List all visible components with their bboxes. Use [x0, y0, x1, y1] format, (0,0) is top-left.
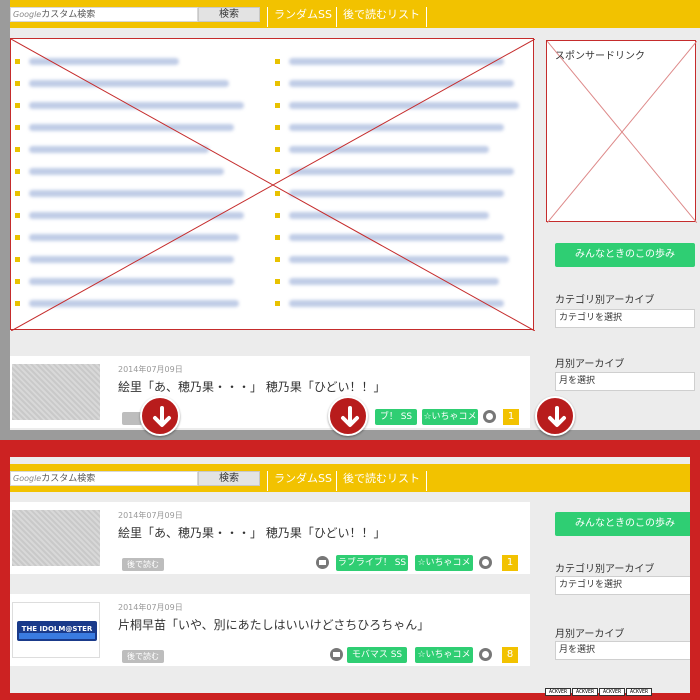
- search-input[interactable]: Googleカスタム検索: [10, 471, 198, 486]
- category-select[interactable]: カテゴリを選択: [555, 309, 695, 328]
- site-badge[interactable]: ACKVER: [599, 688, 625, 696]
- arrow-down-icon: [140, 396, 180, 436]
- post-date: 2014年07月09日: [118, 365, 183, 374]
- comment-icon: [479, 648, 492, 661]
- before-page: Googleカスタム検索 検索 ランダムSS 後で読むリスト スポンサードリンク…: [10, 0, 700, 430]
- google-logo: Google: [13, 10, 42, 19]
- nav-random-ss[interactable]: ランダムSS: [267, 471, 332, 491]
- header-bar: Googleカスタム検索 検索 ランダムSS 後で読むリスト: [10, 0, 700, 28]
- google-logo: Google: [13, 474, 42, 483]
- search-placeholder: カスタム検索: [41, 10, 96, 20]
- ad-cross-lines: [11, 39, 535, 331]
- category-tag[interactable]: モバマス SS: [347, 647, 407, 663]
- source-tag[interactable]: ☆いちゃコメ: [415, 555, 473, 571]
- category-tag[interactable]: ブ！ SS: [375, 409, 417, 425]
- after-panel: Googleカスタム検索 検索 ランダムSS 後で読むリスト みんなときのこの歩…: [0, 440, 700, 700]
- category-archive-label: カテゴリ別アーカイブ: [555, 564, 655, 575]
- folder-icon: [330, 648, 343, 661]
- category-tag[interactable]: ラブライブ！ SS: [336, 555, 408, 571]
- progress-button[interactable]: みんなときのこの歩み: [555, 512, 690, 536]
- post-title[interactable]: 絵里「あ、穂乃果・・・」 穂乃果「ひどい！！」: [118, 378, 385, 395]
- category-select[interactable]: カテゴリを選択: [555, 576, 690, 595]
- ad-placeholder-side: スポンサードリンク: [546, 40, 697, 223]
- after-page: Googleカスタム検索 検索 ランダムSS 後で読むリスト みんなときのこの歩…: [10, 457, 690, 693]
- comment-count: 1: [503, 409, 519, 425]
- search-placeholder: カスタム検索: [41, 474, 96, 484]
- search-input[interactable]: Googleカスタム検索: [10, 7, 198, 22]
- nav-read-later[interactable]: 後で読むリスト: [336, 7, 427, 27]
- post-thumbnail[interactable]: [12, 364, 100, 420]
- ad-side-cross-lines: [547, 41, 697, 223]
- post-item[interactable]: 2014年07月09日 絵里「あ、穂乃果・・・」 穂乃果「ひどい！！」 ブ！ S…: [10, 356, 530, 428]
- month-select[interactable]: 月を選択: [555, 641, 690, 660]
- arrow-down-icon: [328, 396, 368, 436]
- read-later-button[interactable]: [122, 412, 142, 425]
- read-later-button[interactable]: 後で読む: [122, 558, 164, 571]
- month-archive-label: 月別アーカイブ: [555, 359, 625, 370]
- post-date: 2014年07月09日: [118, 603, 183, 612]
- footer-badges: ACKVER ACKVER ACKVER ACKVER: [545, 683, 653, 696]
- progress-button[interactable]: みんなときのこの歩み: [555, 243, 695, 267]
- comment-icon: [483, 410, 496, 423]
- idolmaster-logo-text: THE IDOLM@STER: [22, 625, 93, 633]
- comment-icon: [479, 556, 492, 569]
- read-later-button[interactable]: 後で読む: [122, 650, 164, 663]
- post-title[interactable]: 絵里「あ、穂乃果・・・」 穂乃果「ひどい！！」: [118, 524, 385, 541]
- nav-random-ss[interactable]: ランダムSS: [267, 7, 332, 27]
- site-badge[interactable]: ACKVER: [545, 688, 571, 696]
- comment-count: 8: [502, 647, 518, 663]
- category-archive-label: カテゴリ別アーカイブ: [555, 295, 655, 306]
- comment-count: 1: [502, 555, 518, 571]
- idolmaster-logo: THE IDOLM@STER: [17, 621, 97, 641]
- search-button[interactable]: 検索: [198, 471, 260, 486]
- post-item[interactable]: THE IDOLM@STER 2014年07月09日 片桐早苗「いや、別にあたし…: [10, 594, 530, 666]
- source-tag[interactable]: ☆いちゃコメ: [422, 409, 478, 425]
- month-select[interactable]: 月を選択: [555, 372, 695, 391]
- folder-icon: [316, 556, 329, 569]
- post-title[interactable]: 片桐早苗「いや、別にあたしはいいけどさちひろちゃん」: [118, 616, 429, 633]
- site-badge[interactable]: ACKVER: [626, 688, 652, 696]
- site-badge[interactable]: ACKVER: [572, 688, 598, 696]
- sponsor-label: スポンサードリンク: [555, 51, 645, 62]
- post-date: 2014年07月09日: [118, 511, 183, 520]
- source-tag[interactable]: ☆いちゃコメ: [415, 647, 473, 663]
- post-thumbnail[interactable]: THE IDOLM@STER: [12, 602, 100, 658]
- month-archive-label: 月別アーカイブ: [555, 629, 625, 640]
- arrow-down-icon: [535, 396, 575, 436]
- ad-placeholder-main: [10, 38, 535, 331]
- nav-read-later[interactable]: 後で読むリスト: [336, 471, 427, 491]
- before-panel: Googleカスタム検索 検索 ランダムSS 後で読むリスト スポンサードリンク…: [0, 0, 700, 440]
- post-thumbnail[interactable]: [12, 510, 100, 566]
- post-item[interactable]: 2014年07月09日 絵里「あ、穂乃果・・・」 穂乃果「ひどい！！」 後で読む…: [10, 502, 530, 574]
- search-button[interactable]: 検索: [198, 7, 260, 22]
- header-bar: Googleカスタム検索 検索 ランダムSS 後で読むリスト: [10, 464, 690, 492]
